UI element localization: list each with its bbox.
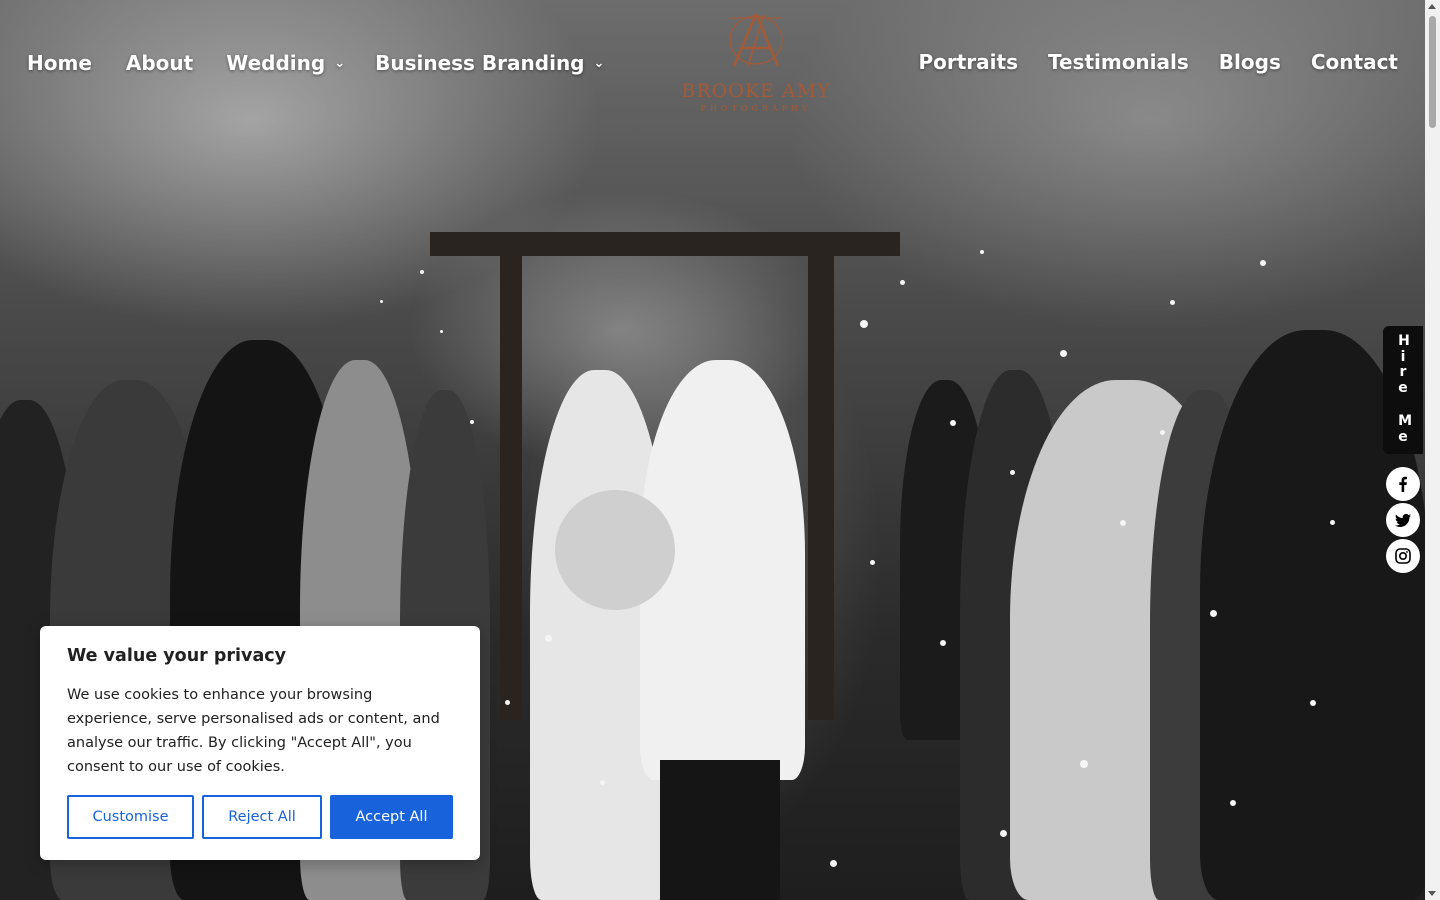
- site-logo[interactable]: BROOKE AMY PHOTOGRAPHY: [676, 6, 836, 116]
- scroll-down-arrow-icon[interactable]: [1428, 891, 1436, 896]
- primary-nav-left: Home About Wedding ⌄ Business Branding ⌄: [27, 48, 604, 78]
- confetti: [900, 280, 905, 285]
- confetti: [830, 860, 837, 867]
- instagram-link[interactable]: [1386, 539, 1420, 573]
- confetti: [940, 640, 946, 646]
- cookie-consent-banner: We value your privacy We use cookies to …: [40, 626, 480, 860]
- confetti: [440, 330, 443, 333]
- hire-me-line1-text: Hire: [1398, 333, 1410, 396]
- twitter-icon: [1395, 513, 1411, 527]
- hire-me-line2-text: Me: [1398, 413, 1413, 445]
- logo-monogram-icon: [729, 13, 783, 67]
- nav-about[interactable]: About: [126, 48, 193, 78]
- confetti: [505, 700, 510, 705]
- logo-tagline: PHOTOGRAPHY: [700, 104, 812, 113]
- confetti: [1000, 830, 1007, 837]
- nav-portraits[interactable]: Portraits: [918, 48, 1018, 76]
- confetti: [470, 420, 474, 424]
- nav-about-label: About: [125, 51, 194, 75]
- facebook-link[interactable]: [1386, 467, 1420, 501]
- confetti: [1080, 760, 1088, 768]
- confetti: [1330, 520, 1335, 525]
- chevron-down-icon: ⌄: [593, 56, 605, 71]
- nav-blogs-label: Blogs: [1218, 50, 1281, 74]
- chevron-down-icon: ⌄: [334, 56, 346, 71]
- hire-me-line1: Hire: [1383, 333, 1423, 396]
- confetti: [860, 320, 868, 328]
- nav-testimonials[interactable]: Testimonials: [1048, 48, 1189, 76]
- confetti: [980, 250, 984, 254]
- bouquet: [555, 490, 675, 610]
- nav-wedding-label: Wedding: [226, 51, 326, 75]
- nav-wedding[interactable]: Wedding ⌄: [226, 48, 345, 78]
- nav-portraits-label: Portraits: [918, 50, 1018, 74]
- confetti: [1010, 470, 1015, 475]
- accept-all-button[interactable]: Accept All: [330, 795, 453, 839]
- confetti: [1120, 520, 1126, 526]
- confetti: [1170, 300, 1175, 305]
- confetti: [600, 780, 605, 785]
- instagram-icon: [1395, 548, 1411, 564]
- nav-contact[interactable]: Contact: [1311, 48, 1398, 76]
- confetti: [1210, 610, 1217, 617]
- confetti: [950, 420, 956, 426]
- cookie-description: We use cookies to enhance your browsing …: [67, 687, 440, 775]
- scroll-up-arrow-icon[interactable]: [1428, 4, 1436, 9]
- primary-nav-right: Portraits Testimonials Blogs Contact: [918, 48, 1398, 76]
- cookie-title: We value your privacy: [67, 646, 287, 666]
- twitter-link[interactable]: [1386, 503, 1420, 537]
- confetti: [1230, 800, 1236, 806]
- scroll-thumb[interactable]: [1429, 16, 1436, 128]
- nav-blogs[interactable]: Blogs: [1219, 48, 1281, 76]
- confetti: [545, 635, 552, 642]
- nav-home[interactable]: Home: [27, 48, 92, 78]
- hire-me-tab[interactable]: Hire Me: [1383, 326, 1423, 454]
- confetti: [420, 270, 424, 274]
- customise-button[interactable]: Customise: [67, 795, 194, 839]
- confetti: [380, 300, 383, 303]
- confetti: [1260, 260, 1266, 266]
- facebook-icon: [1399, 476, 1407, 492]
- arch-post-left: [500, 250, 522, 720]
- logo-name: BROOKE AMY: [681, 80, 831, 102]
- confetti: [870, 560, 875, 565]
- reject-all-button[interactable]: Reject All: [202, 795, 322, 839]
- hire-me-line2: Me: [1383, 413, 1423, 445]
- nav-business-branding-label: Business Branding: [375, 51, 585, 75]
- confetti: [1060, 350, 1067, 357]
- nav-business-branding[interactable]: Business Branding ⌄: [375, 48, 604, 78]
- nav-home-label: Home: [27, 51, 92, 75]
- groom-trousers: [660, 760, 780, 900]
- page-scrollbar[interactable]: [1425, 0, 1440, 900]
- nav-testimonials-label: Testimonials: [1047, 50, 1189, 74]
- arch-post-right: [808, 250, 834, 720]
- nav-contact-label: Contact: [1310, 50, 1398, 74]
- confetti: [1310, 700, 1316, 706]
- confetti: [1160, 430, 1165, 435]
